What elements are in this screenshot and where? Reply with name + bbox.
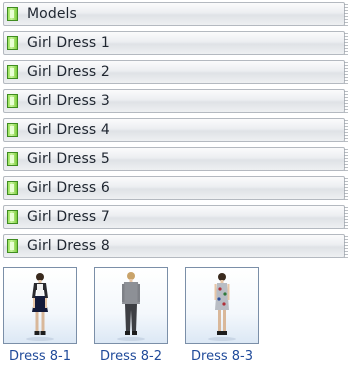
category-label: Girl Dress 5 (27, 151, 110, 167)
category-label: Girl Dress 8 (27, 238, 110, 254)
thumbnail-caption[interactable]: Dress 8-1 (0, 349, 85, 364)
dress-thumbnail-8-2[interactable] (94, 267, 168, 344)
folder-icon (7, 152, 18, 166)
category-label: Girl Dress 6 (27, 180, 110, 196)
category-girl-dress-6[interactable]: Girl Dress 6 (3, 176, 348, 200)
dress-category-panel: Models Girl Dress 1 Girl Dress 2 Girl Dr… (0, 0, 350, 367)
folder-icon (7, 210, 18, 224)
category-label: Girl Dress 1 (27, 35, 110, 51)
folder-icon (7, 181, 18, 195)
model-figure-gray-outfit-icon (117, 272, 145, 341)
thumbnail-caption[interactable]: Dress 8-3 (177, 349, 267, 364)
model-figure-patterned-dress-icon (208, 273, 236, 341)
category-girl-dress-7[interactable]: Girl Dress 7 (3, 205, 348, 229)
category-girl-dress-3[interactable]: Girl Dress 3 (3, 89, 348, 113)
category-label: Girl Dress 4 (27, 122, 110, 138)
folder-icon (7, 65, 18, 79)
category-girl-dress-1[interactable]: Girl Dress 1 (3, 31, 348, 55)
folder-icon (7, 36, 18, 50)
thumbnail-caption[interactable]: Dress 8-2 (86, 349, 176, 364)
category-label: Models (27, 6, 77, 22)
category-girl-dress-4[interactable]: Girl Dress 4 (3, 118, 348, 142)
category-label: Girl Dress 2 (27, 64, 110, 80)
folder-icon (7, 239, 18, 253)
folder-icon (7, 7, 18, 21)
dress-thumbnail-8-1[interactable] (3, 267, 77, 344)
model-figure-black-dress-icon (26, 273, 54, 341)
category-girl-dress-2[interactable]: Girl Dress 2 (3, 60, 348, 84)
category-girl-dress-8[interactable]: Girl Dress 8 (3, 234, 348, 258)
dress-thumbnail-grid: Dress 8-1 Dress 8-2 Dress 8-3 (0, 265, 350, 367)
category-label: Girl Dress 3 (27, 93, 110, 109)
folder-icon (7, 123, 18, 137)
category-girl-dress-5[interactable]: Girl Dress 5 (3, 147, 348, 171)
category-models[interactable]: Models (3, 2, 348, 26)
category-label: Girl Dress 7 (27, 209, 110, 225)
dress-thumbnail-8-3[interactable] (185, 267, 259, 344)
folder-icon (7, 94, 18, 108)
